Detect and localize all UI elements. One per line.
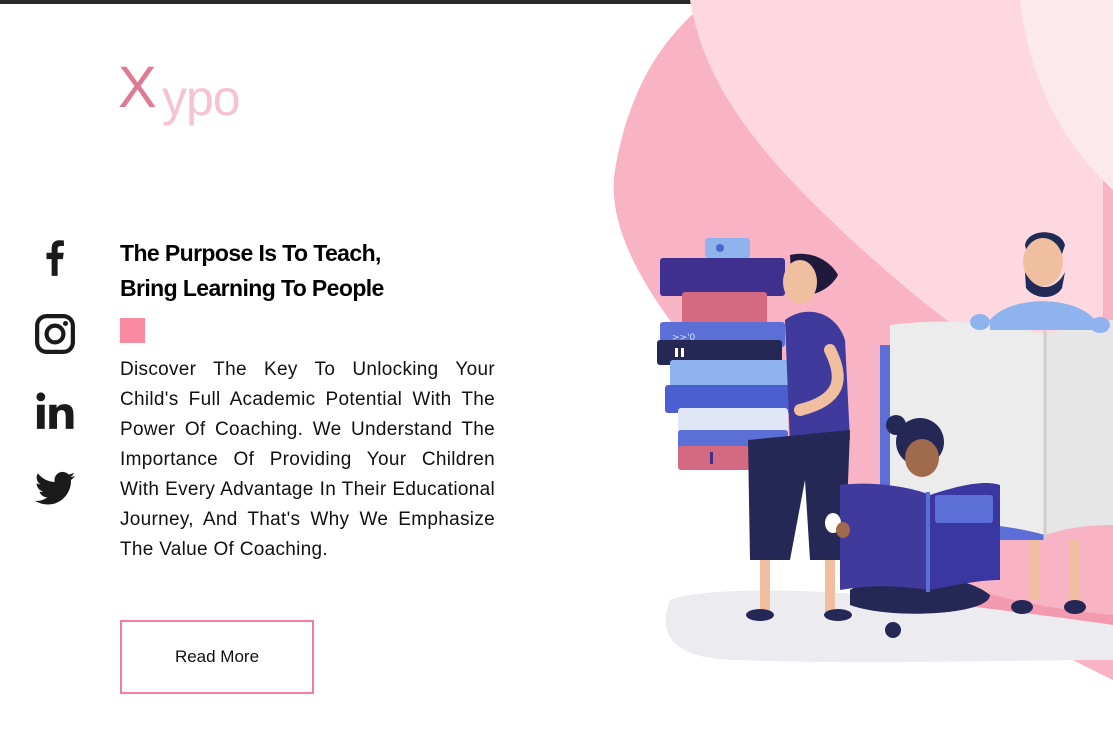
instagram-link[interactable] (32, 311, 78, 357)
linkedin-icon (36, 392, 74, 429)
logo-x: X (118, 55, 157, 120)
brand-logo[interactable]: X ypo (118, 56, 258, 128)
book-stack: >>'0 (657, 238, 793, 470)
hero-heading-line2: Bring Learning To People (120, 275, 384, 301)
hero-heading-line1: The Purpose Is To Teach, (120, 240, 381, 266)
accent-square (120, 318, 145, 343)
linkedin-link[interactable] (32, 388, 78, 434)
facebook-icon (46, 240, 64, 276)
logo-text: ypo (162, 70, 241, 126)
twitter-icon (34, 471, 76, 505)
read-more-button[interactable]: Read More (120, 620, 314, 694)
twitter-link[interactable] (32, 465, 78, 511)
instagram-icon (35, 314, 75, 354)
hero-heading: The Purpose Is To Teach, Bring Learning … (120, 236, 500, 306)
hero-illustration: >>'0 (613, 0, 1113, 680)
hero-description: Discover The Key To Unlocking Your Child… (120, 359, 495, 560)
facebook-link[interactable] (32, 234, 78, 280)
